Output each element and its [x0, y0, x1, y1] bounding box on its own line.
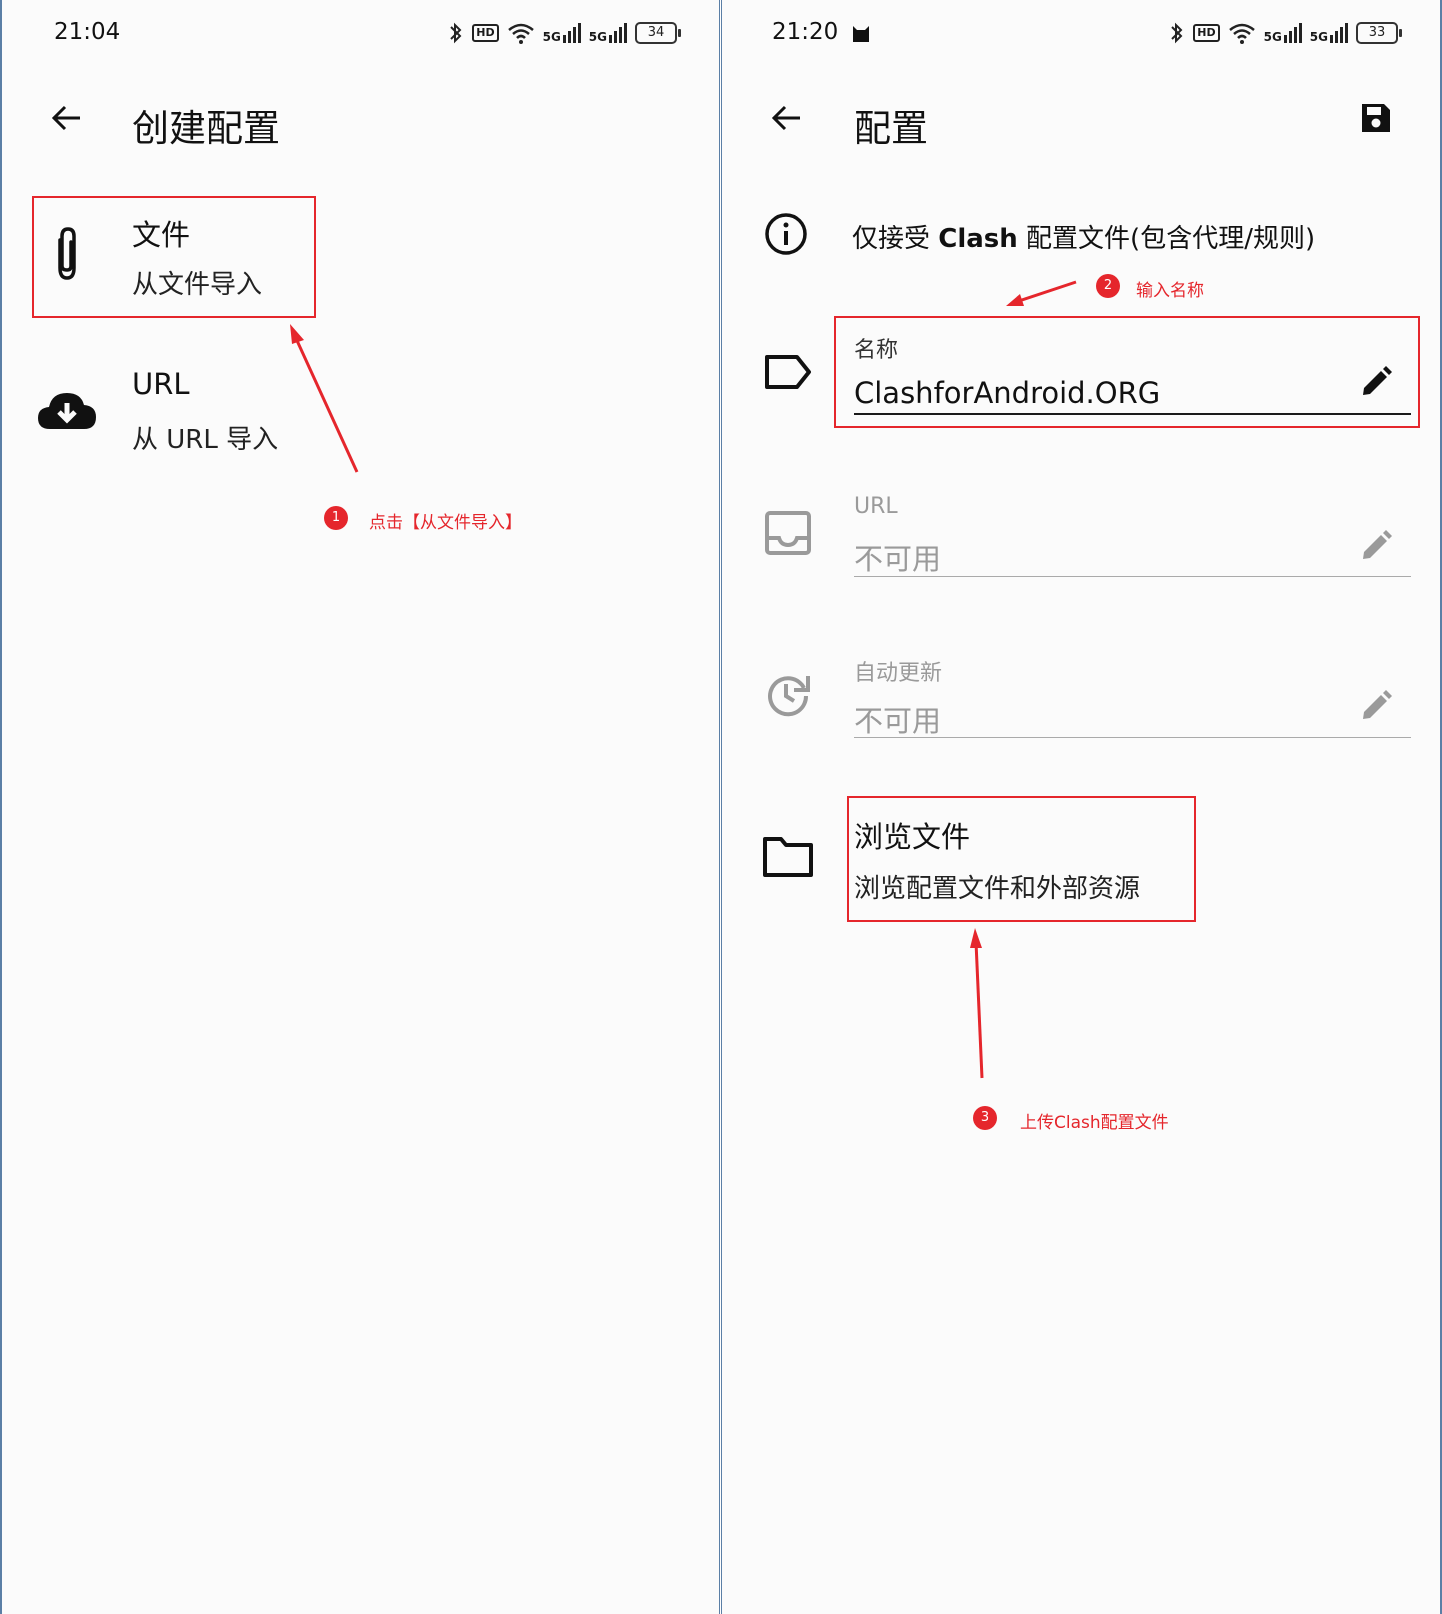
- annotation-text-3: 上传Clash配置文件: [1020, 1113, 1169, 1133]
- hd-badge-icon: HD: [472, 24, 499, 42]
- item-subtitle: 从 URL 导入: [132, 425, 279, 455]
- bluetooth-icon: [1169, 21, 1185, 45]
- signal-5g-icon-2: 5G: [1310, 23, 1348, 43]
- label-tag-icon: [764, 354, 812, 390]
- auto-update-field-value: 不可用: [854, 704, 942, 738]
- annotation-badge-1: 1: [324, 506, 348, 530]
- status-bar-icons: HD 5G 5G 34: [448, 18, 681, 48]
- cloud-download-icon: [36, 385, 98, 431]
- highlight-box-file: [32, 196, 316, 318]
- back-arrow-icon[interactable]: [50, 101, 84, 135]
- auto-update-field-label: 自动更新: [854, 661, 943, 686]
- battery-icon: 33: [1356, 22, 1402, 44]
- annotation-badge-2: 2: [1096, 274, 1120, 298]
- status-bar-icons: HD 5G 5G 33: [1169, 18, 1402, 48]
- annotation-text-2: 输入名称: [1136, 281, 1204, 301]
- page-title: 创建配置: [132, 107, 280, 150]
- screen-config: 21:20 HD 5G 5G 33 配置 仅接受 Clash 配置文件(包含代理…: [721, 0, 1442, 1614]
- status-time: 21:04: [54, 19, 121, 45]
- annotation-text-1: 点击【从文件导入】: [369, 513, 522, 533]
- item-title: URL: [132, 367, 190, 401]
- url-field-underline: [854, 576, 1411, 577]
- signal-5g-icon: 5G: [1264, 23, 1302, 43]
- wifi-icon: [1228, 22, 1256, 44]
- history-clock-icon: [764, 670, 812, 718]
- url-field-label: URL: [854, 494, 898, 519]
- signal-5g-icon-2: 5G: [589, 23, 627, 43]
- signal-5g-icon: 5G: [543, 23, 581, 43]
- edit-pencil-icon-disabled: [1360, 530, 1392, 562]
- info-text-bold: Clash: [938, 224, 1018, 254]
- bluetooth-icon: [448, 21, 464, 45]
- save-icon[interactable]: [1360, 102, 1392, 134]
- cat-notification-icon: [850, 20, 872, 44]
- auto-update-field-underline: [854, 737, 1411, 738]
- wifi-icon: [507, 22, 535, 44]
- info-text-prefix: 仅接受: [852, 224, 939, 254]
- edit-pencil-icon-disabled: [1360, 690, 1392, 722]
- highlight-box-name: [834, 316, 1420, 428]
- screen-create-config: 21:04 HD 5G 5G 34 创建配置 文件 从文件导入 URL 从 UR…: [0, 0, 720, 1614]
- status-time: 21:20: [772, 19, 839, 45]
- annotation-arrow-1: [282, 320, 362, 480]
- info-icon: [764, 212, 808, 256]
- annotation-arrow-2: [1004, 278, 1080, 310]
- annotation-arrow-3: [966, 926, 992, 1082]
- info-text-suffix: 配置文件(包含代理/规则): [1017, 224, 1316, 254]
- highlight-box-browse: [847, 796, 1196, 922]
- back-arrow-icon[interactable]: [770, 101, 804, 135]
- url-field-value: 不可用: [854, 542, 942, 576]
- annotation-badge-3: 3: [973, 1106, 997, 1130]
- folder-icon: [762, 836, 814, 878]
- info-text: 仅接受 Clash 配置文件(包含代理/规则): [852, 218, 1315, 255]
- page-title: 配置: [854, 107, 928, 150]
- battery-icon: 34: [635, 22, 681, 44]
- inbox-icon: [764, 510, 812, 556]
- hd-badge-icon: HD: [1193, 24, 1220, 42]
